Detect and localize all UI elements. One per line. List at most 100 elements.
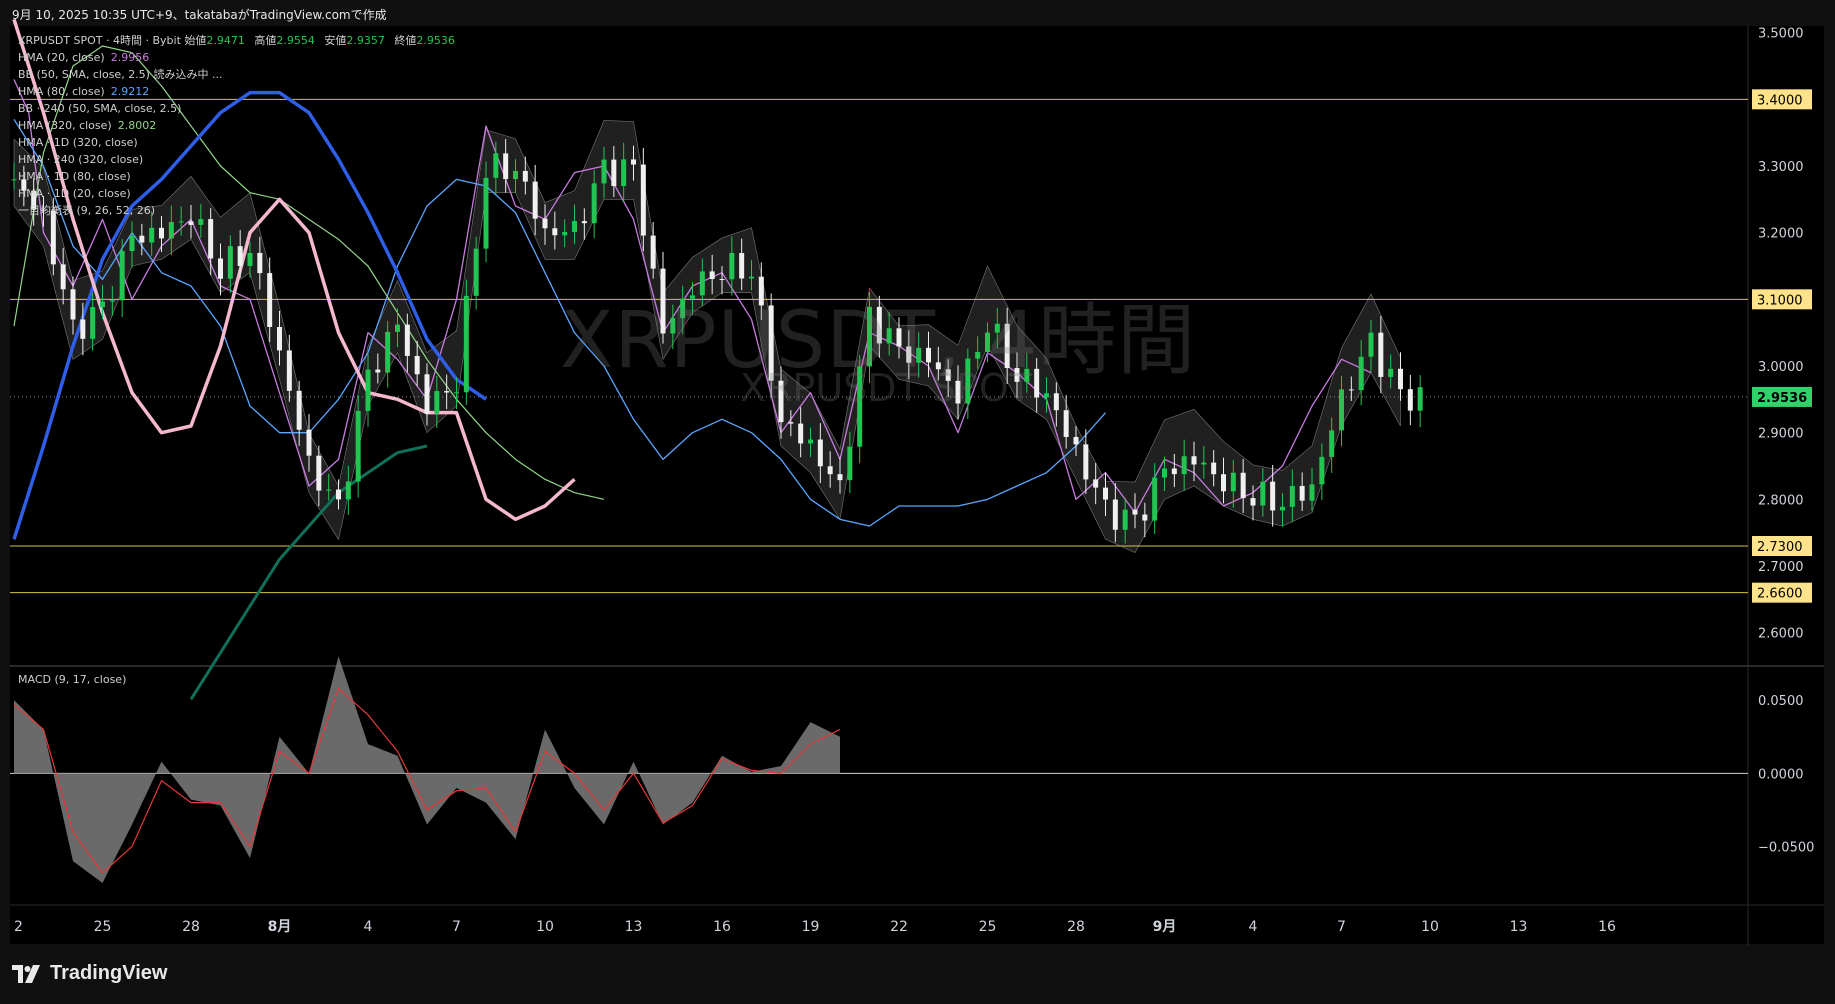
candle-body [1191, 456, 1197, 465]
candle-body [1270, 481, 1276, 511]
macd-histogram [14, 656, 840, 884]
time-tick-label: 4 [364, 919, 373, 935]
candle-body [345, 481, 351, 500]
candle-body [434, 391, 440, 414]
candle-body [404, 324, 410, 356]
candle-body [444, 391, 450, 393]
time-tick-label: 13 [625, 919, 643, 935]
legend-symbol-row[interactable]: XRPUSDT SPOT · 4時間 · Bybit 始値2.9471 高値2.… [18, 32, 461, 49]
time-tick-label: 8月 [268, 919, 292, 935]
legend-indicator-row[interactable]: BB · 240 (50, SMA, close, 2.5) [18, 100, 461, 117]
ohlc-label: 安値 [320, 34, 347, 47]
candle-body [277, 326, 282, 351]
legend-indicator-row[interactable]: HMA · 240 (320, close) [18, 151, 461, 168]
candle-body [316, 455, 322, 491]
time-tick-label: 25 [979, 919, 997, 935]
candle-body [1280, 506, 1285, 511]
candle-body [1112, 499, 1118, 530]
candle-body [1240, 472, 1246, 499]
legend-indicator-row[interactable]: HMA (20, close) 2.9956 [18, 49, 461, 66]
candle-body [375, 369, 381, 373]
candle-body [208, 219, 214, 259]
legend-indicator-row[interactable]: HMA · 1D (20, close) [18, 185, 461, 202]
time-tick-label: 28 [1067, 919, 1085, 935]
candle-body [601, 159, 607, 184]
candle-body [1299, 485, 1305, 501]
candle-body [493, 153, 499, 178]
candle-body [837, 474, 843, 481]
indicator-label: BB · 240 (50, SMA, close, 2.5) [18, 102, 182, 115]
candle-body [1181, 456, 1187, 475]
price-tick-label: 2.8000 [1758, 493, 1804, 508]
time-tick-label: 7 [1337, 919, 1346, 935]
macd-tick-label: 0.0000 [1758, 767, 1804, 782]
candle-body [1378, 332, 1384, 377]
candle-body [739, 252, 745, 279]
legend-indicator-row[interactable]: 一目均衡表 (9, 26, 52, 26) [18, 202, 461, 219]
legend-indicator-row[interactable]: HMA (80, close) 2.9212 [18, 83, 461, 100]
candle-body [159, 227, 164, 239]
brand-name: TradingView [50, 962, 168, 984]
time-tick-label: 25 [94, 919, 112, 935]
candle-body [1132, 509, 1138, 515]
legend-indicator-row[interactable]: HMA (320, close) 2.8002 [18, 117, 461, 134]
candle-body [1250, 498, 1256, 506]
candle-body [139, 235, 145, 243]
candle-body [227, 246, 233, 279]
candle-body [237, 246, 243, 266]
time-tick-label: 7 [452, 919, 461, 935]
candle-body [1211, 462, 1217, 475]
ohlc-value: 2.9554 [276, 34, 315, 47]
ohlc-label: 高値 [250, 34, 277, 47]
time-tick-label: 10 [1421, 919, 1439, 935]
candle-body [70, 289, 76, 320]
ohlc-value: 2.9357 [346, 34, 385, 47]
indicator-label: HMA · 1D (20, close) [18, 187, 131, 200]
candle-body [326, 489, 332, 491]
candle-body [1093, 479, 1099, 488]
candle-body [355, 410, 361, 482]
candle-body [296, 390, 302, 430]
candle-body [591, 183, 597, 224]
candle-body [100, 301, 105, 308]
candle-body [424, 374, 430, 414]
indicator-label: BB (50, SMA, close, 2.5) 読み込み中 ... [18, 68, 223, 81]
candle-body [729, 252, 735, 280]
legend-indicators: HMA (20, close) 2.9956 BB (50, SMA, close,… [18, 49, 461, 219]
macd-title[interactable]: MACD (9, 17, close) [18, 673, 126, 686]
level-label: 2.6600 [1757, 587, 1803, 602]
legend-ohlc: 始値2.9471 高値2.9554 安値2.9357 終値2.9536 [184, 34, 461, 47]
candle-body [1358, 356, 1364, 391]
candle-body [1407, 389, 1413, 411]
candle-body [581, 221, 587, 224]
candle-body [1368, 332, 1374, 357]
time-tick-label: 2 [14, 919, 23, 935]
legend-indicator-row[interactable]: BB (50, SMA, close, 2.5) 読み込み中 ... [18, 66, 461, 83]
candle-body [60, 264, 66, 290]
legend-indicator-row[interactable]: HMA · 1D (320, close) [18, 134, 461, 151]
candle-body [178, 221, 184, 223]
candle-body [1417, 387, 1423, 411]
candle-body [149, 227, 155, 243]
time-tick-label: 16 [713, 919, 731, 935]
candle-body [198, 219, 204, 225]
candle-body [1162, 468, 1167, 478]
candle-body [454, 392, 459, 394]
indicator-value: 2.8002 [117, 119, 157, 132]
candle-body [847, 446, 853, 481]
candle-body [90, 307, 96, 339]
time-tick-label: 22 [890, 919, 908, 935]
candle-body [1309, 484, 1315, 501]
candle-body [827, 466, 833, 475]
candle-body [640, 164, 646, 236]
candle-body [572, 221, 577, 232]
candle-body [552, 228, 558, 236]
price-tick-label: 3.0000 [1758, 360, 1804, 375]
tradingview-brand[interactable]: TradingView [12, 962, 167, 985]
candle-body [247, 252, 253, 266]
legend-indicator-row[interactable]: HMA · 1D (80, close) [18, 168, 461, 185]
candle-body [503, 153, 509, 180]
legend-symbol-title: XRPUSDT SPOT · 4時間 · Bybit [18, 34, 181, 47]
candle-body [562, 231, 568, 236]
candle-body [385, 331, 391, 373]
